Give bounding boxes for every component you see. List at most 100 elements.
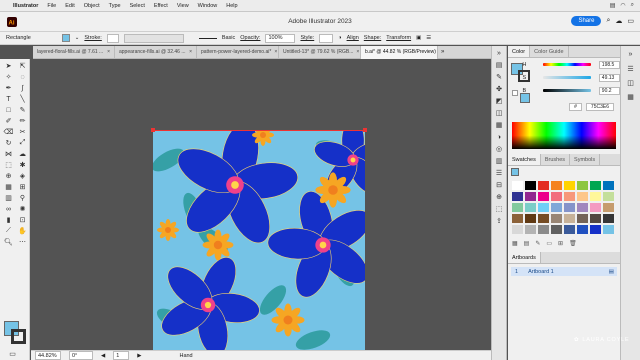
stroke-icon[interactable]: ☰	[493, 168, 505, 178]
doc-tab[interactable]: layered-floral-fills.ai @ 7.61 ... ×	[33, 46, 115, 59]
menu-effect[interactable]: Effect	[154, 3, 168, 9]
color-swatch[interactable]	[525, 225, 536, 234]
color-swatch[interactable]	[525, 192, 536, 201]
color-swatch[interactable]	[512, 181, 523, 190]
doc-tab[interactable]: Untitled-13* @ 79.62 % (RGB... ×	[279, 46, 361, 59]
new-group-icon[interactable]: ▭	[546, 240, 552, 247]
canvas[interactable]	[31, 59, 491, 350]
menu-view[interactable]: View	[177, 3, 189, 9]
transform-link[interactable]: Transform	[386, 35, 411, 41]
color-swatch[interactable]	[551, 192, 562, 201]
color-swatch[interactable]	[538, 203, 549, 212]
search-icon[interactable]: ⌕	[606, 17, 610, 25]
color-swatch[interactable]	[564, 192, 575, 201]
color-swatch[interactable]	[551, 225, 562, 234]
slice-tool-icon[interactable]: ⟋	[2, 226, 15, 236]
color-swatch[interactable]	[512, 214, 523, 223]
libraries-icon[interactable]: ▦	[493, 120, 505, 130]
color-swatch[interactable]	[538, 225, 549, 234]
close-icon[interactable]: ×	[274, 49, 277, 56]
saturation-track[interactable]	[542, 76, 591, 79]
free-transform-tool-icon[interactable]: ⬚	[2, 160, 15, 170]
color-swatch[interactable]	[525, 214, 536, 223]
color-swatch[interactable]	[603, 181, 614, 190]
hue-slider[interactable]: H 198.5	[520, 58, 620, 71]
layout-icon[interactable]: ▭	[627, 17, 634, 25]
lasso-tool-icon[interactable]: ◌	[16, 72, 29, 82]
menu-edit[interactable]: Edit	[65, 3, 74, 9]
close-icon[interactable]: ×	[356, 49, 359, 56]
hex-field[interactable]: 75C3E6	[585, 103, 614, 111]
align-icon[interactable]: ⊟	[493, 180, 505, 190]
selection-tool-icon[interactable]: ➤	[2, 61, 15, 71]
menu-window[interactable]: Window	[198, 3, 218, 9]
search-icon[interactable]: ⌕	[631, 2, 634, 9]
color-swatch[interactable]	[551, 181, 562, 190]
menu-select[interactable]: Select	[130, 3, 145, 9]
swatch-options-icon[interactable]: ✎	[535, 240, 540, 247]
zoom-field[interactable]: 44.82%	[35, 351, 61, 360]
none-swatch-icon[interactable]	[512, 90, 518, 96]
color-swatch[interactable]	[577, 192, 588, 201]
saturation-slider[interactable]: S 49.13	[520, 71, 620, 84]
tab-color[interactable]: Color	[508, 46, 531, 57]
opacity-field[interactable]: 100%	[265, 33, 296, 43]
color-swatch[interactable]	[551, 203, 562, 212]
artboard-name[interactable]: Artboard 1	[528, 269, 554, 275]
color-swatch[interactable]	[590, 203, 601, 212]
puppet-warp-tool-icon[interactable]: ✱	[16, 160, 29, 170]
fill-dropdown-icon[interactable]: ⌄	[75, 35, 80, 41]
color-swatch[interactable]	[590, 225, 601, 234]
rotate-view-field[interactable]: 0°	[69, 351, 93, 360]
align-link[interactable]: Align	[347, 35, 359, 41]
width-tool-icon[interactable]: ⋈	[2, 149, 15, 159]
color-swatch[interactable]	[577, 181, 588, 190]
stroke-color-swatch[interactable]	[11, 329, 26, 344]
symbols-icon[interactable]: ✤	[493, 84, 505, 94]
brush-label[interactable]: Basic	[222, 35, 235, 41]
shape-link[interactable]: Shape:	[364, 35, 381, 41]
share-button[interactable]: Share	[571, 16, 602, 26]
variable-width-dropdown[interactable]	[123, 33, 184, 43]
pencil-tool-icon[interactable]: ✏	[16, 116, 29, 126]
stroke-weight-field[interactable]	[106, 33, 119, 43]
properties-icon[interactable]: ▤	[493, 60, 505, 70]
prev-artboard-icon[interactable]: ◀	[101, 353, 105, 359]
artboard-tool-icon[interactable]: ⊡	[16, 215, 29, 225]
menu-app[interactable]: Illustrator	[13, 3, 38, 9]
edit-toolbar-icon[interactable]: ⋯	[16, 237, 29, 247]
color-swatch[interactable]	[538, 181, 549, 190]
active-fill-swatch[interactable]	[511, 168, 519, 176]
tab-brushes[interactable]: Brushes	[541, 154, 571, 165]
scissors-tool-icon[interactable]: ✂	[16, 127, 29, 137]
color-swatch[interactable]	[525, 181, 536, 190]
transparency-icon[interactable]: ◑	[493, 132, 505, 142]
arrange-icon[interactable]: ▣	[416, 35, 421, 41]
line-tool-icon[interactable]: ╲	[16, 94, 29, 104]
artboard-pattern[interactable]	[153, 130, 365, 350]
color-swatch[interactable]	[590, 214, 601, 223]
color-swatch[interactable]	[590, 181, 601, 190]
rectangle-tool-icon[interactable]: □	[2, 105, 15, 115]
transform-icon[interactable]: ⬚	[493, 204, 505, 214]
direct-selection-tool-icon[interactable]: ⇱	[16, 61, 29, 71]
symbol-sprayer-tool-icon[interactable]: ✺	[16, 204, 29, 214]
artboard-options-icon[interactable]: ▤	[609, 269, 617, 275]
eyedropper-tool-icon[interactable]: ⚲	[16, 193, 29, 203]
color-swatch[interactable]	[603, 225, 614, 234]
color-swatch[interactable]	[551, 214, 562, 223]
new-swatch-icon[interactable]: ⊞	[558, 240, 563, 247]
magic-wand-tool-icon[interactable]: ✧	[2, 72, 15, 82]
curvature-tool-icon[interactable]: ∫	[16, 83, 29, 93]
type-tool-icon[interactable]: T	[2, 94, 15, 104]
color-swatch[interactable]	[564, 203, 575, 212]
menu-file[interactable]: File	[47, 3, 56, 9]
brightness-track[interactable]	[542, 89, 591, 92]
hand-tool-icon[interactable]: ✋	[16, 226, 29, 236]
blend-tool-icon[interactable]: ∞	[2, 204, 15, 214]
color-swatch[interactable]	[564, 225, 575, 234]
graphic-styles-icon[interactable]: ◩	[493, 96, 505, 106]
tab-swatches[interactable]: Swatches	[508, 154, 541, 165]
close-icon[interactable]: ×	[189, 49, 192, 56]
collapse-icon[interactable]: »	[493, 48, 505, 58]
